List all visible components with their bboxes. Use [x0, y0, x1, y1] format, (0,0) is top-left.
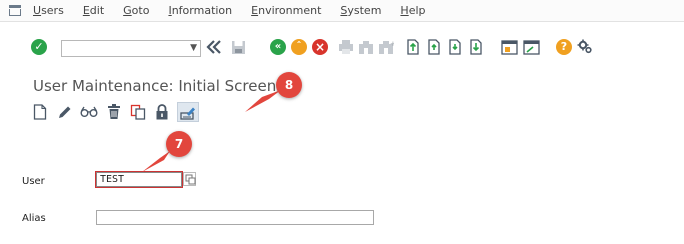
- menu-environment[interactable]: Environment: [251, 4, 321, 17]
- next-page-icon[interactable]: [446, 38, 464, 56]
- first-page-icon[interactable]: [404, 38, 422, 56]
- last-page-icon[interactable]: [467, 38, 485, 56]
- previous-page-icon[interactable]: [425, 38, 443, 56]
- create-session-icon[interactable]: [500, 38, 518, 56]
- step-8-badge: 8: [276, 72, 302, 98]
- svg-text:+: +: [390, 40, 394, 48]
- value-help-button[interactable]: [183, 172, 196, 186]
- display-icon[interactable]: [80, 103, 98, 121]
- exit-icon[interactable]: ˆ: [290, 38, 308, 56]
- chevron-down-icon[interactable]: ▼: [190, 43, 197, 53]
- user-label: User: [22, 176, 45, 187]
- save-icon[interactable]: [229, 38, 247, 56]
- settings-icon[interactable]: [576, 38, 594, 56]
- find-icon[interactable]: [357, 38, 375, 56]
- page-title: User Maintenance: Initial Screen: [33, 77, 277, 95]
- menu-information[interactable]: Information: [168, 4, 232, 17]
- step-7-badge: 7: [166, 131, 192, 157]
- alias-label: Alias: [22, 213, 46, 224]
- shortcut-icon[interactable]: [522, 38, 540, 56]
- menu-edit[interactable]: Edit: [83, 4, 104, 17]
- menu-bar: Users Edit Goto Information Environment …: [0, 0, 684, 22]
- command-field[interactable]: ▼: [61, 40, 201, 57]
- step-7-pointer: [142, 151, 170, 172]
- change-password-icon[interactable]: [177, 102, 199, 122]
- delete-icon[interactable]: [105, 103, 123, 121]
- system-menu-icon[interactable]: [9, 4, 23, 17]
- enter-icon[interactable]: ✓: [30, 38, 48, 56]
- help-icon[interactable]: ?: [555, 38, 573, 56]
- create-icon[interactable]: [31, 103, 49, 121]
- change-icon[interactable]: [55, 103, 73, 121]
- user-field-value: TEST: [100, 174, 125, 185]
- user-field[interactable]: TEST: [96, 172, 182, 187]
- alias-field[interactable]: [96, 210, 374, 225]
- menu-users[interactable]: Users: [33, 4, 64, 17]
- menu-goto[interactable]: Goto: [123, 4, 149, 17]
- copy-icon[interactable]: [129, 103, 147, 121]
- print-icon[interactable]: [337, 38, 355, 56]
- menu-help[interactable]: Help: [400, 4, 425, 17]
- standard-toolbar: ✓ ▼ « ˆ × + ?: [0, 36, 684, 60]
- application-toolbar: [0, 100, 684, 124]
- back-green-icon[interactable]: «: [269, 38, 287, 56]
- menu-system[interactable]: System: [340, 4, 381, 17]
- lock-icon[interactable]: [153, 103, 171, 121]
- find-next-icon[interactable]: +: [377, 38, 395, 56]
- cancel-icon[interactable]: ×: [311, 38, 329, 56]
- back-icon[interactable]: [205, 38, 223, 56]
